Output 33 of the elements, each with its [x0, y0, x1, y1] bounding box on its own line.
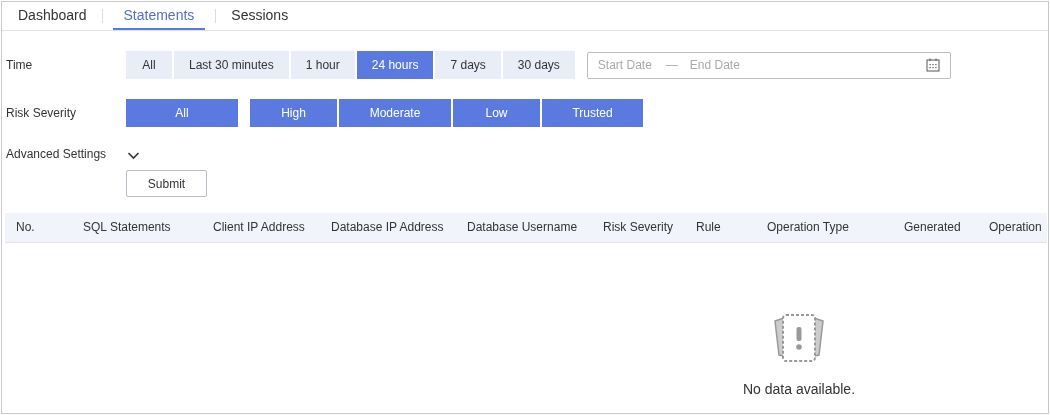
- tab[interactable]: Sessions: [220, 2, 300, 30]
- column-header: Generated: [903, 219, 962, 236]
- submit-button[interactable]: Submit: [126, 170, 207, 197]
- time-option[interactable]: Last 30 minutes: [174, 51, 289, 79]
- risk-option[interactable]: All: [126, 99, 238, 127]
- tab[interactable]: Dashboard: [7, 2, 98, 30]
- column-header: Database Username: [466, 219, 579, 236]
- empty-message: No data available.: [742, 381, 856, 397]
- column-header: SQL Statements: [82, 219, 172, 236]
- time-option[interactable]: All: [126, 51, 172, 79]
- filter-label: Risk Severity: [5, 106, 77, 120]
- empty-document-icon: [773, 313, 825, 363]
- column-header: Database IP Address: [330, 219, 445, 236]
- column-header: Risk Severity: [602, 219, 674, 236]
- column-header: Operation: [988, 219, 1043, 236]
- calendar-icon[interactable]: [925, 58, 940, 72]
- time-option[interactable]: 7 days: [435, 51, 501, 79]
- column-header: No.: [15, 219, 36, 236]
- filter-label: Time: [5, 58, 34, 72]
- range-separator: —: [665, 58, 678, 72]
- time-option[interactable]: 1 hour: [290, 51, 355, 79]
- chevron-icon[interactable]: [127, 152, 140, 160]
- column-header: Operation Type: [766, 219, 850, 236]
- tab[interactable]: Statements: [112, 2, 206, 30]
- filter-label: Advanced Settings: [5, 147, 108, 161]
- risk-option[interactable]: Trusted: [542, 99, 643, 127]
- time-option[interactable]: 30 days: [502, 51, 575, 79]
- column-header: Client IP Address: [212, 219, 306, 236]
- risk-option[interactable]: Low: [453, 99, 540, 127]
- column-header: Rule: [695, 219, 722, 236]
- time-option[interactable]: 24 hours: [356, 51, 434, 79]
- risk-option[interactable]: High: [250, 99, 337, 127]
- risk-option[interactable]: Moderate: [339, 99, 451, 127]
